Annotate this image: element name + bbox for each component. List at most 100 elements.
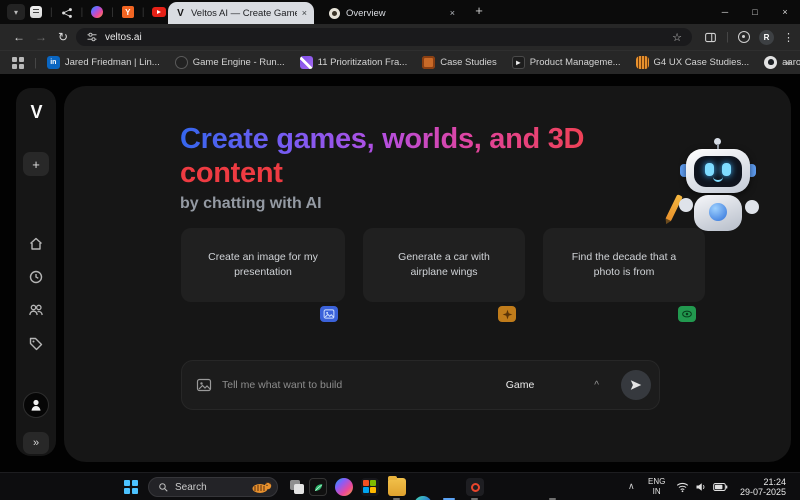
suggestion-card-image[interactable]: Create an image for my presentation	[181, 228, 345, 302]
task-view-button[interactable]	[290, 480, 305, 494]
pinned-tab-share-icon[interactable]	[61, 6, 73, 18]
browser-toolbar: ← → ↻ veltos.ai ☆ | R ⋮	[0, 24, 800, 50]
copilot-icon[interactable]	[335, 478, 353, 496]
taskbar-search[interactable]: Search	[148, 477, 278, 497]
bookmark-label: Product Manageme...	[530, 57, 621, 68]
toolbar-separator: |	[726, 31, 729, 43]
tab-search-button[interactable]: ▾	[7, 4, 25, 20]
home-icon[interactable]	[28, 236, 44, 252]
attach-image-icon[interactable]	[196, 377, 212, 393]
hero-title-line2: content	[180, 156, 680, 190]
pencil-icon	[300, 56, 313, 69]
close-button[interactable]: ×	[770, 0, 800, 24]
file-explorer-icon[interactable]	[388, 478, 406, 496]
suggestion-card-decade[interactable]: Find the decade that a photo is from	[543, 228, 705, 302]
toolbar-right: | R ⋮	[704, 28, 794, 46]
bookmark-game-engine[interactable]: Game Engine - Run...	[175, 56, 285, 69]
tab-separator: |	[142, 7, 145, 18]
tag-icon[interactable]	[28, 336, 44, 352]
sparkle-badge-button[interactable]	[498, 306, 516, 322]
system-tray[interactable]	[676, 481, 728, 493]
tab-title: Overview	[346, 8, 444, 19]
tab-separator: |	[81, 7, 84, 18]
prompt-bar[interactable]: Tell me what want to build Game ^	[181, 360, 660, 410]
user-avatar[interactable]	[23, 392, 49, 418]
browser-menu-icon[interactable]: ⋮	[783, 31, 794, 44]
paper-plane-icon	[629, 378, 643, 392]
new-project-button[interactable]: +	[23, 152, 49, 176]
history-icon[interactable]	[28, 269, 44, 285]
pinned-tab-document-icon[interactable]	[30, 6, 42, 18]
forward-button[interactable]: →	[32, 29, 50, 45]
tiger-image	[251, 480, 273, 494]
close-tab-icon[interactable]: ×	[450, 8, 455, 18]
minimize-button[interactable]: ─	[710, 0, 740, 24]
profile-avatar[interactable]: R	[759, 30, 774, 45]
reload-button[interactable]: ↻	[54, 29, 72, 45]
bookmark-label: Game Engine - Run...	[193, 57, 285, 68]
new-tab-button[interactable]: +	[470, 3, 488, 21]
chevron-icon[interactable]: ^	[594, 380, 599, 391]
person-icon	[28, 397, 44, 413]
eye-icon	[681, 308, 693, 320]
tab-overview[interactable]: Overview ×	[322, 2, 462, 24]
bookmark-ux-case-studies[interactable]: G4 UX Case Studies...	[636, 56, 750, 69]
card-label: Generate a car with airplane wings	[389, 250, 499, 280]
maximize-button[interactable]: □	[740, 0, 770, 24]
bookmark-product-management[interactable]: ▸ Product Manageme...	[512, 56, 621, 69]
image-badge-button[interactable]	[320, 306, 338, 322]
sparkle-icon	[502, 309, 513, 320]
github-icon	[764, 56, 777, 69]
address-bar[interactable]: veltos.ai ☆	[76, 28, 692, 46]
game-engine-icon	[175, 56, 188, 69]
eye-badge-button[interactable]	[678, 306, 696, 322]
pinned-tab-youtube-icon[interactable]	[152, 7, 166, 17]
app-sidebar: V + »	[16, 88, 56, 456]
community-icon[interactable]	[28, 302, 44, 318]
split-tab-icon[interactable]	[704, 31, 717, 44]
pinned-tab-copilot-icon[interactable]	[91, 6, 103, 18]
clock[interactable]: 21:24 29-07-2025	[740, 477, 786, 497]
hero: Create games, worlds, and 3D content by …	[180, 122, 680, 213]
language-switcher[interactable]: ENG IN	[648, 477, 665, 497]
arrow-icon: ▸	[512, 56, 525, 69]
window-controls: ─ □ ×	[710, 0, 800, 24]
tab-veltos[interactable]: V Veltos AI — Create Games & 3... ×	[168, 2, 314, 24]
screen: ▾ | | | Y | V Veltos AI — Create Games &…	[0, 0, 800, 500]
send-button[interactable]	[621, 370, 651, 400]
time-text: 21:24	[740, 477, 786, 487]
recorder-app-icon[interactable]	[466, 478, 484, 496]
back-button[interactable]: ←	[10, 29, 28, 45]
bookmark-case-studies[interactable]: Case Studies	[422, 56, 497, 69]
extension-icon[interactable]	[738, 31, 750, 43]
close-tab-icon[interactable]: ×	[302, 8, 307, 18]
chevron-down-icon: ▾	[14, 8, 18, 17]
bookmark-jared-friedman[interactable]: inJared Friedman | Lin...	[47, 56, 160, 69]
bookmark-star-icon[interactable]: ☆	[672, 31, 682, 44]
suggestion-card-car[interactable]: Generate a car with airplane wings	[363, 228, 525, 302]
tab-separator: |	[111, 7, 114, 18]
bookmark-prioritization[interactable]: 11 Prioritization Fra...	[300, 56, 408, 69]
hero-title-line1: Create games, worlds, and 3D	[180, 122, 584, 156]
volume-icon	[695, 481, 707, 493]
bookmark-label: Case Studies	[440, 57, 497, 68]
hidden-icons-chevron[interactable]: ∧	[628, 481, 635, 492]
mode-selector[interactable]: Game	[506, 379, 535, 391]
veltos-logo[interactable]: V	[16, 102, 56, 123]
start-button[interactable]	[124, 480, 138, 494]
bookmark-label: G4 UX Case Studies...	[654, 57, 750, 68]
pinned-tab-ycombinator-icon[interactable]: Y	[122, 6, 134, 18]
hero-subtitle: by chatting with AI	[180, 195, 680, 213]
apps-grid-icon[interactable]	[12, 57, 24, 69]
url-text: veltos.ai	[105, 32, 665, 43]
leaf-app-icon[interactable]	[309, 478, 327, 496]
microsoft-store-icon[interactable]	[361, 478, 379, 496]
veltos-favicon: V	[175, 8, 186, 19]
edge-icon[interactable]	[414, 496, 432, 500]
expand-sidebar-button[interactable]: »	[23, 432, 49, 454]
bookmarks-overflow-icon[interactable]: »	[785, 57, 791, 69]
bookmark-github[interactable]: aaronbatchelder/pr...	[764, 56, 800, 69]
tiger-icon	[636, 56, 649, 69]
bookmark-label: Jared Friedman | Lin...	[65, 57, 160, 68]
prompt-placeholder[interactable]: Tell me what want to build	[222, 379, 506, 391]
